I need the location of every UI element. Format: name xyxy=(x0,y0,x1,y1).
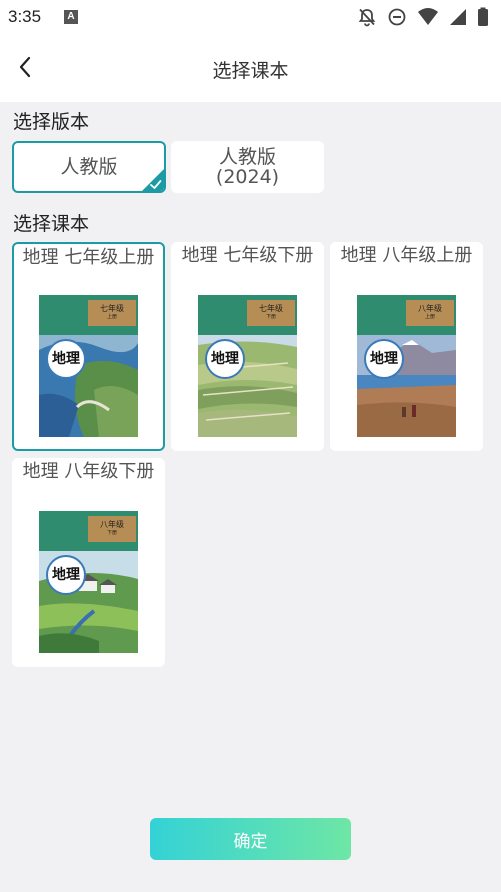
book-cover-image: 七年级 上册 地理 xyxy=(39,295,138,437)
status-icons xyxy=(357,7,489,27)
confirm-button[interactable]: 确定 xyxy=(150,818,351,860)
cover-subject-badge: 地理 xyxy=(46,555,86,595)
cover-subject-badge: 地理 xyxy=(205,339,245,379)
battery-icon xyxy=(478,7,488,26)
book-card-grade7-vol1[interactable]: 地理 七年级上册 七年级 上册 地理 xyxy=(12,242,165,451)
cover-subject-badge: 地理 xyxy=(364,339,404,379)
notification-app-icon: A xyxy=(64,10,78,24)
cover-grade-label: 八年级 下册 xyxy=(88,516,136,542)
book-card-grade8-vol1[interactable]: 地理 八年级上册 八年级 上册 地理 xyxy=(330,242,483,451)
book-cover-image: 八年级 下册 地理 xyxy=(39,511,138,653)
book-title: 地理 七年级下册 xyxy=(181,245,314,266)
cover-grade-label: 七年级 下册 xyxy=(247,300,295,326)
do-not-disturb-icon xyxy=(388,8,406,26)
status-time: 3:35 xyxy=(8,7,42,26)
book-cover-image: 八年级 上册 地理 xyxy=(357,295,456,437)
app-header: 选择课本 xyxy=(0,34,501,102)
book-title: 地理 八年级下册 xyxy=(22,461,155,482)
cover-grade-label: 七年级 上册 xyxy=(88,300,136,326)
page-title: 选择课本 xyxy=(212,60,289,82)
cover-subject-badge: 地理 xyxy=(46,339,86,379)
status-bar: 3:35 A xyxy=(0,0,501,34)
version-option-label: 人教版 (2024) xyxy=(215,146,280,188)
book-title: 地理 八年级上册 xyxy=(340,245,473,266)
wifi-icon xyxy=(418,8,438,25)
book-title: 地理 七年级上册 xyxy=(22,247,155,268)
signal-icon xyxy=(450,9,466,25)
book-cover-image: 七年级 下册 地理 xyxy=(198,295,297,437)
textbook-section-label: 选择课本 xyxy=(13,213,90,235)
version-option-renjiao-2024[interactable]: 人教版 (2024) xyxy=(171,141,324,193)
version-section-label: 选择版本 xyxy=(13,111,90,133)
selected-check-icon xyxy=(142,169,164,191)
version-option-renjiao[interactable]: 人教版 xyxy=(12,141,166,193)
book-card-grade7-vol2[interactable]: 地理 七年级下册 七年级 下册 地理 xyxy=(171,242,324,451)
book-card-grade8-vol2[interactable]: 地理 八年级下册 八年级 下册 地理 xyxy=(12,458,165,667)
bell-off-icon xyxy=(358,8,376,27)
cover-grade-label: 八年级 上册 xyxy=(406,300,454,326)
version-option-label: 人教版 xyxy=(60,156,118,178)
